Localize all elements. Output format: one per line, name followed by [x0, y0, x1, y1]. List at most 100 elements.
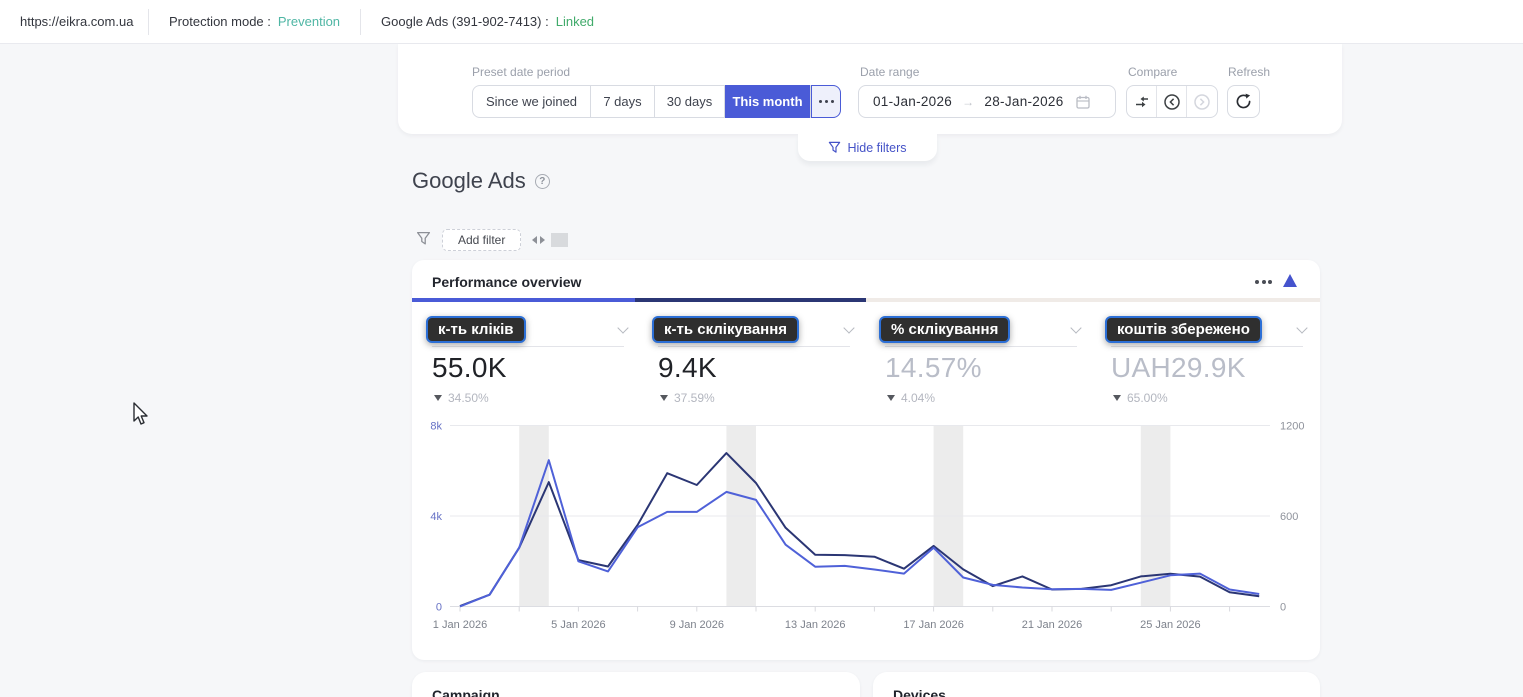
hide-filters-button[interactable]: Hide filters	[798, 134, 937, 161]
axis-label: 8k	[430, 421, 442, 433]
arrow-down-icon	[1113, 395, 1121, 401]
divider	[885, 346, 1077, 347]
date-range-picker[interactable]: 01-Jan-2026 → 28-Jan-2026	[858, 85, 1116, 118]
axis-label: 0	[436, 602, 442, 614]
filter-panel: Preset date period Since we joined 7 day…	[398, 44, 1342, 134]
divider	[432, 346, 624, 347]
scroll-left-icon[interactable]	[532, 236, 537, 244]
devices-card: Devices	[873, 672, 1320, 697]
metric-invalid-click-rate: Invalid click rate % склікування 14.57% …	[885, 318, 1090, 410]
metric-delta: 34.50%	[434, 391, 489, 405]
performance-overview-card: Performance overview Valid clicks к-ть к…	[412, 260, 1320, 660]
delta-value: 34.50%	[448, 391, 489, 405]
axis-label: 17 Jan 2026	[903, 619, 964, 631]
hide-filters-label: Hide filters	[847, 141, 906, 155]
delta-value: 4.04%	[901, 391, 935, 405]
card-menu-button[interactable]	[1255, 280, 1272, 284]
metric-delta: 65.00%	[1113, 391, 1168, 405]
refresh-icon	[1235, 93, 1252, 110]
funnel-icon	[828, 141, 841, 154]
metric-invalid-clicks: Invalid clicks к-ть склікування 9.4K 37.…	[658, 318, 863, 410]
axis-label: 21 Jan 2026	[1022, 619, 1083, 631]
axis-label: 4k	[430, 511, 442, 523]
preset-date-period-label: Preset date period	[472, 65, 570, 79]
add-filter-label: Add filter	[458, 233, 505, 247]
axis-label: 600	[1280, 511, 1298, 523]
compare-arrows-icon	[1134, 94, 1150, 110]
next-period-button[interactable]	[1187, 86, 1217, 117]
ads-account-status[interactable]: Linked	[556, 14, 594, 29]
chevron-down-icon[interactable]	[617, 322, 628, 333]
funnel-icon	[416, 231, 431, 246]
axis-label: 13 Jan 2026	[785, 619, 846, 631]
add-filter-button[interactable]: Add filter	[442, 229, 521, 251]
compare-toggle-button[interactable]	[1127, 86, 1157, 117]
calendar-icon	[1076, 95, 1090, 109]
preset-30-days[interactable]: 30 days	[655, 86, 725, 117]
performance-chart: 04k8k060012001 Jan 20265 Jan 20269 Jan 2…	[412, 415, 1320, 637]
translation-tooltip: % склікування	[879, 316, 1010, 343]
metric-invalid-cost: Invalid cost коштів збережено UAH29.9K 6…	[1111, 318, 1316, 410]
chevron-down-icon[interactable]	[843, 322, 854, 333]
chevron-down-icon[interactable]	[1296, 322, 1307, 333]
axis-label: 1 Jan 2026	[433, 619, 487, 631]
delta-value: 37.59%	[674, 391, 715, 405]
divider	[658, 346, 850, 347]
arrow-down-icon	[660, 395, 668, 401]
help-icon[interactable]: ?	[535, 174, 550, 189]
metric-selection-bar	[412, 298, 1320, 302]
delta-value: 65.00%	[1127, 391, 1168, 405]
devices-card-title: Devices	[893, 687, 946, 697]
mouse-cursor	[128, 401, 150, 427]
metric-value: 55.0K	[432, 352, 507, 384]
circle-chevron-right-icon	[1193, 93, 1211, 111]
page-title: Google Ads ?	[412, 168, 550, 194]
arrow-down-icon	[434, 395, 442, 401]
ellipsis-icon	[819, 100, 834, 103]
metric-value: 14.57%	[885, 352, 982, 384]
translation-tooltip: к-ть кліків	[426, 316, 526, 343]
compare-group	[1126, 85, 1218, 118]
metric-delta: 4.04%	[887, 391, 935, 405]
axis-label: 5 Jan 2026	[551, 619, 605, 631]
refresh-button[interactable]	[1227, 85, 1260, 118]
preset-this-month[interactable]: This month	[725, 85, 811, 118]
metric-value: UAH29.9K	[1111, 352, 1246, 384]
site-url[interactable]: https://eikra.com.ua	[20, 14, 133, 29]
chevron-down-icon[interactable]	[1070, 322, 1081, 333]
circle-chevron-left-icon	[1163, 93, 1181, 111]
metric-selection-segment	[635, 298, 866, 302]
axis-label: 0	[1280, 602, 1286, 614]
refresh-label: Refresh	[1228, 65, 1270, 79]
metric-valid-clicks: Valid clicks к-ть кліків 55.0K 34.50%	[432, 318, 637, 410]
metric-selection-segment	[412, 298, 635, 302]
date-from-value[interactable]: 01-Jan-2026	[873, 94, 952, 109]
date-range-label: Date range	[860, 65, 919, 79]
date-to-value[interactable]: 28-Jan-2026	[984, 94, 1063, 109]
performance-overview-title: Performance overview	[432, 274, 581, 290]
protection-mode-label: Protection mode :	[169, 14, 271, 29]
divider	[1111, 346, 1303, 347]
scroll-thumb[interactable]	[551, 233, 568, 247]
axis-label: 1200	[1280, 421, 1304, 433]
column-scroll-widget	[532, 233, 568, 247]
translation-tooltip: к-ть склікування	[652, 316, 799, 343]
collapse-card-icon[interactable]	[1283, 274, 1297, 287]
preset-date-group: Since we joined 7 days 30 days This mont…	[472, 85, 841, 118]
compare-label: Compare	[1128, 65, 1177, 79]
protection-mode-value[interactable]: Prevention	[278, 14, 340, 29]
preset-since-we-joined[interactable]: Since we joined	[473, 86, 591, 117]
preset-7-days[interactable]: 7 days	[591, 86, 655, 117]
metric-value: 9.4K	[658, 352, 717, 384]
arrow-down-icon	[887, 395, 895, 401]
scroll-right-icon[interactable]	[540, 236, 545, 244]
series-invalid-clicks	[460, 460, 1259, 606]
metric-selection-segment	[866, 298, 1320, 302]
more-presets-button[interactable]	[811, 85, 841, 118]
translation-tooltip: коштів збережено	[1105, 316, 1262, 343]
ads-account-label: Google Ads (391-902-7413) :	[381, 14, 549, 29]
campaign-card-title: Campaign	[432, 687, 500, 697]
axis-label: 25 Jan 2026	[1140, 619, 1201, 631]
previous-period-button[interactable]	[1157, 86, 1187, 117]
page-title-text: Google Ads	[412, 168, 526, 194]
